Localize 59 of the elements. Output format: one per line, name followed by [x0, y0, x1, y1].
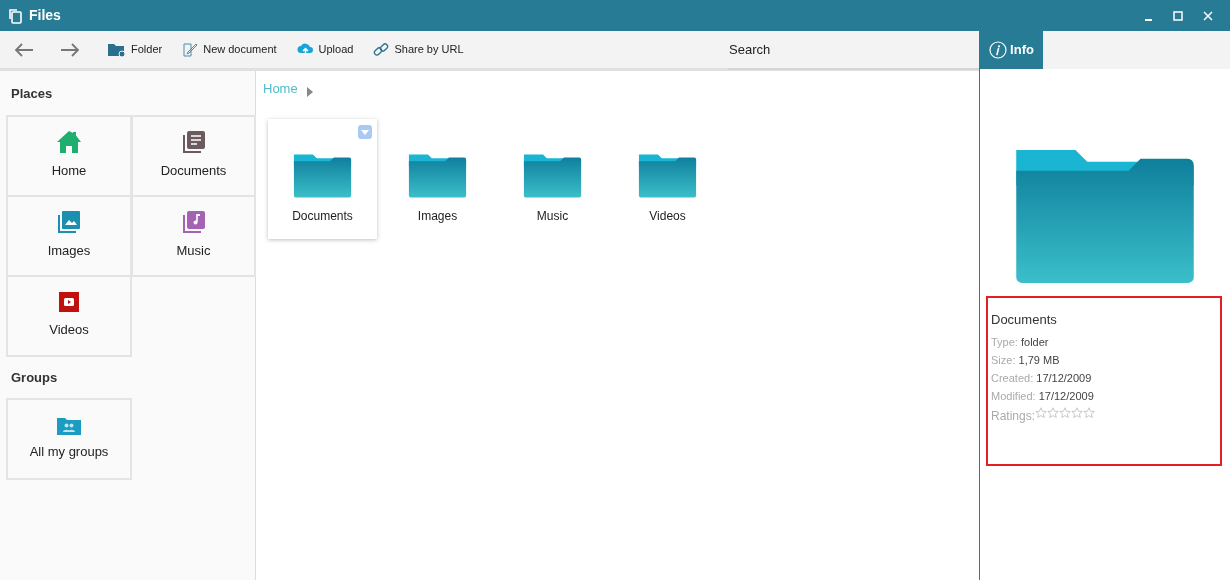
detail-line: Size: 1,79 MB — [991, 352, 1061, 368]
place-tile[interactable]: Images — [6, 194, 132, 277]
chevron-icon — [306, 87, 313, 97]
folder-name: Music — [536, 208, 569, 225]
folder-icon — [637, 152, 698, 199]
toolbar-button[interactable]: New document — [182, 41, 277, 58]
video-icon — [58, 291, 80, 314]
dropdown-button[interactable] — [358, 125, 372, 139]
star-icon — [1071, 406, 1084, 419]
pencil-document-icon — [182, 41, 199, 58]
section-heading: Groups — [10, 368, 58, 387]
folder-icon — [407, 152, 468, 199]
home-icon — [56, 130, 82, 155]
folder-name: Images — [417, 208, 458, 225]
place-tile[interactable]: Home — [6, 114, 132, 197]
group-folder-icon — [57, 416, 81, 435]
folder-item[interactable]: Documents — [268, 119, 377, 239]
folder-name: Videos — [649, 208, 686, 225]
star-icon — [1059, 406, 1072, 419]
star-icon — [1083, 406, 1096, 419]
place-tile[interactable]: Documents — [131, 114, 256, 197]
star-icon — [1047, 406, 1060, 419]
folder-item[interactable]: Videos — [613, 119, 722, 239]
maximize-icon — [1173, 10, 1183, 21]
folder-icon — [292, 152, 353, 199]
toolbar-button[interactable]: Folder — [108, 41, 163, 58]
ratings-label: Ratings: — [991, 407, 1036, 425]
copy-icon — [7, 7, 23, 24]
info-tab[interactable]: Info — [980, 31, 1043, 69]
section-heading: Places — [10, 85, 53, 103]
detail-line: Modified: 17/12/2009 — [991, 388, 1095, 404]
detail-line: Type: folder — [991, 334, 1050, 350]
folder-plus-icon — [108, 42, 126, 57]
minimize-icon — [1144, 18, 1152, 21]
toolbar-button[interactable]: Share by URL — [373, 41, 464, 58]
place-tile[interactable]: Videos — [6, 274, 132, 357]
close-icon — [1203, 10, 1213, 21]
caret-icon — [361, 129, 369, 135]
images-icon — [57, 210, 81, 235]
cloud-upload-icon — [296, 42, 314, 57]
toolbar-button[interactable]: Upload — [296, 41, 354, 58]
folder-item[interactable]: Images — [383, 119, 492, 239]
file-name: Documents — [991, 311, 1057, 329]
folder-icon — [522, 152, 583, 199]
star-rating[interactable] — [1035, 406, 1096, 419]
link-icon — [373, 41, 390, 58]
place-tile[interactable]: Music — [131, 194, 256, 277]
documents-icon — [181, 130, 206, 155]
folder-item[interactable]: Music — [498, 119, 607, 239]
window-title: Files — [29, 6, 61, 25]
place-tile[interactable]: All my groups — [6, 398, 132, 480]
back-arrow-icon — [14, 41, 34, 58]
detail-line: Created: 17/12/2009 — [991, 370, 1093, 386]
forward-arrow-icon — [60, 41, 80, 58]
search-field[interactable]: Search — [728, 30, 979, 70]
star-icon — [1035, 406, 1048, 419]
info-icon — [989, 41, 1008, 59]
music-icon — [181, 210, 206, 235]
folder-name: Documents — [292, 208, 353, 225]
